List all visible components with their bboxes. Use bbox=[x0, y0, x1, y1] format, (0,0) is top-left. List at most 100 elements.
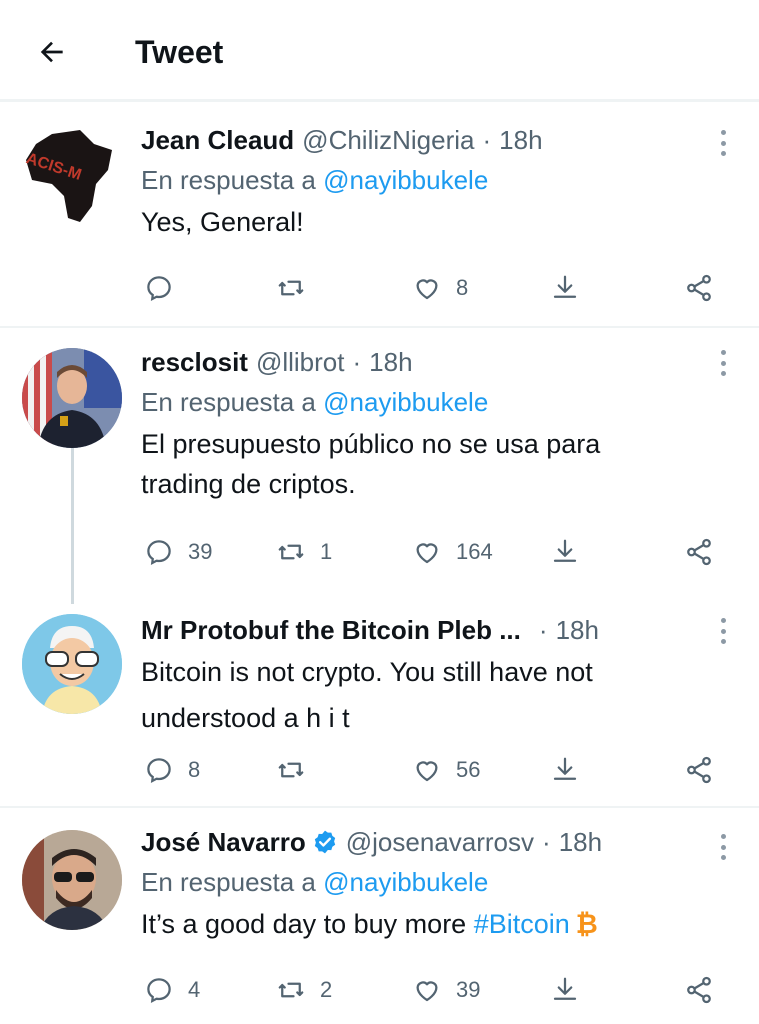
author-handle[interactable]: @josenavarrosv bbox=[346, 824, 534, 860]
reply-prefix: En respuesta a bbox=[141, 387, 316, 417]
bookmark-share-icon bbox=[687, 756, 711, 784]
more-options-button[interactable] bbox=[715, 832, 731, 862]
share-via-button[interactable] bbox=[684, 750, 714, 790]
author-handle[interactable]: @llibrot bbox=[256, 344, 345, 380]
reply-count: 4 bbox=[188, 977, 201, 1002]
tweet-text: Bitcoin is not crypto. You still have no… bbox=[141, 652, 719, 738]
reply-icon bbox=[147, 276, 171, 302]
reply-context: En respuesta a @nayibbukele bbox=[141, 382, 719, 422]
share-button[interactable] bbox=[550, 750, 580, 790]
retweet-button[interactable]: 1 bbox=[276, 532, 332, 572]
author-name[interactable]: resclosit bbox=[141, 344, 248, 380]
timestamp[interactable]: 18h bbox=[369, 344, 412, 380]
mention-link[interactable]: @nayibbukele bbox=[323, 165, 488, 195]
timestamp[interactable]: 18h bbox=[559, 824, 602, 860]
like-icon bbox=[416, 543, 438, 564]
like-count: 8 bbox=[456, 275, 469, 300]
avatar[interactable] bbox=[22, 830, 122, 930]
author-name[interactable]: Mr Protobuf the Bitcoin Pleb ... bbox=[141, 612, 521, 648]
reply-prefix: En respuesta a bbox=[141, 867, 316, 897]
share-via-button[interactable] bbox=[684, 268, 714, 308]
share-via-button[interactable] bbox=[684, 970, 714, 1010]
bookmark-share-icon bbox=[687, 538, 711, 566]
avatar[interactable] bbox=[22, 348, 122, 448]
separator-dot: · bbox=[482, 125, 492, 155]
tweet-text-line: El presupuesto público no se usa para bbox=[141, 429, 601, 459]
more-options-button[interactable] bbox=[715, 616, 731, 646]
like-icon bbox=[416, 279, 438, 300]
cartoon-avatar-image bbox=[22, 614, 122, 714]
tweet-header: Mr Protobuf the Bitcoin Pleb ... · 18h bbox=[141, 612, 719, 648]
author-name[interactable]: José Navarro bbox=[141, 824, 306, 860]
tweet[interactable]: José Navarro @josenavarrosv · 18h En res… bbox=[0, 808, 759, 1024]
retweet-count: 1 bbox=[320, 539, 333, 564]
tweet-text-line: trading de criptos. bbox=[141, 469, 356, 499]
timestamp[interactable]: 18h bbox=[499, 122, 542, 158]
tweet[interactable]: ACIS-M Jean Cleaud @ChilizNigeria · 18h … bbox=[0, 104, 759, 326]
tweet-text: El presupuesto público no se usa para tr… bbox=[141, 424, 719, 504]
share-icon bbox=[553, 539, 577, 562]
tweet[interactable]: Mr Protobuf the Bitcoin Pleb ... · 18h B… bbox=[0, 600, 759, 806]
more-options-button[interactable] bbox=[715, 128, 731, 158]
separator-dot: · bbox=[538, 615, 548, 645]
share-icon bbox=[553, 275, 577, 298]
arrow-left-icon bbox=[40, 41, 63, 63]
avatar[interactable] bbox=[22, 614, 122, 714]
reply-button[interactable]: 4 bbox=[144, 970, 200, 1010]
reply-icon bbox=[147, 758, 171, 784]
share-icon bbox=[553, 757, 577, 780]
like-count: 164 bbox=[456, 539, 493, 564]
tweet-text: Yes, General! bbox=[141, 207, 304, 237]
tweet[interactable]: resclosit @llibrot · 18h En respuesta a … bbox=[0, 328, 759, 604]
reply-button[interactable]: 8 bbox=[144, 750, 200, 790]
author-handle[interactable]: @ChilizNigeria bbox=[302, 122, 474, 158]
share-button[interactable] bbox=[550, 532, 580, 572]
share-button[interactable] bbox=[550, 970, 580, 1010]
action-bar: 39 1 164 bbox=[0, 532, 759, 572]
share-button[interactable] bbox=[550, 268, 580, 308]
mention-link[interactable]: @nayibbukele bbox=[323, 387, 488, 417]
tweet-header: José Navarro @josenavarrosv · 18h bbox=[141, 824, 719, 860]
more-options-button[interactable] bbox=[715, 348, 731, 378]
hashtag-link[interactable]: #Bitcoin bbox=[474, 909, 570, 939]
thread-connector-line bbox=[71, 448, 74, 604]
avatar[interactable]: ACIS-M bbox=[22, 126, 122, 226]
like-icon bbox=[416, 761, 438, 782]
like-button[interactable]: 56 bbox=[412, 750, 480, 790]
timestamp[interactable]: 18h bbox=[556, 612, 599, 648]
tweet-header: Jean Cleaud @ChilizNigeria · 18h bbox=[141, 122, 719, 158]
man-sunglasses-avatar-image bbox=[22, 830, 122, 930]
back-button[interactable] bbox=[30, 30, 74, 74]
share-icon bbox=[553, 977, 577, 1000]
like-button[interactable]: 164 bbox=[412, 532, 493, 572]
tweet-text: It’s a good day to buy more #Bitcoin ₿ bbox=[141, 904, 719, 944]
reply-context: En respuesta a @nayibbukele bbox=[141, 862, 719, 902]
reply-button[interactable] bbox=[144, 268, 188, 308]
tweet-text-line: Bitcoin is not crypto. You still have no… bbox=[141, 657, 593, 687]
page-title: Tweet bbox=[135, 34, 224, 70]
top-bar: Tweet bbox=[0, 0, 759, 102]
like-button[interactable]: 39 bbox=[412, 970, 480, 1010]
officer-avatar-image bbox=[22, 348, 122, 448]
reply-icon bbox=[147, 540, 171, 566]
retweet-icon bbox=[278, 544, 304, 560]
retweet-button[interactable] bbox=[276, 750, 320, 790]
reply-context: En respuesta a @nayibbukele bbox=[141, 160, 719, 200]
retweet-button[interactable]: 2 bbox=[276, 970, 332, 1010]
like-icon bbox=[416, 981, 438, 1002]
reply-button[interactable]: 39 bbox=[144, 532, 212, 572]
retweet-button[interactable] bbox=[276, 268, 320, 308]
verified-badge-icon bbox=[312, 829, 338, 855]
retweet-icon bbox=[278, 280, 304, 296]
like-count: 39 bbox=[456, 977, 481, 1002]
retweet-icon bbox=[278, 982, 304, 998]
share-via-button[interactable] bbox=[684, 532, 714, 572]
separator-dot: · bbox=[352, 347, 362, 377]
reply-icon bbox=[147, 978, 171, 1004]
like-button[interactable]: 8 bbox=[412, 268, 468, 308]
reply-prefix: En respuesta a bbox=[141, 165, 316, 195]
action-bar: 4 2 39 bbox=[0, 970, 759, 1010]
tweet-text-body: It’s a good day to buy more bbox=[141, 909, 474, 939]
author-name[interactable]: Jean Cleaud bbox=[141, 122, 294, 158]
mention-link[interactable]: @nayibbukele bbox=[323, 867, 488, 897]
